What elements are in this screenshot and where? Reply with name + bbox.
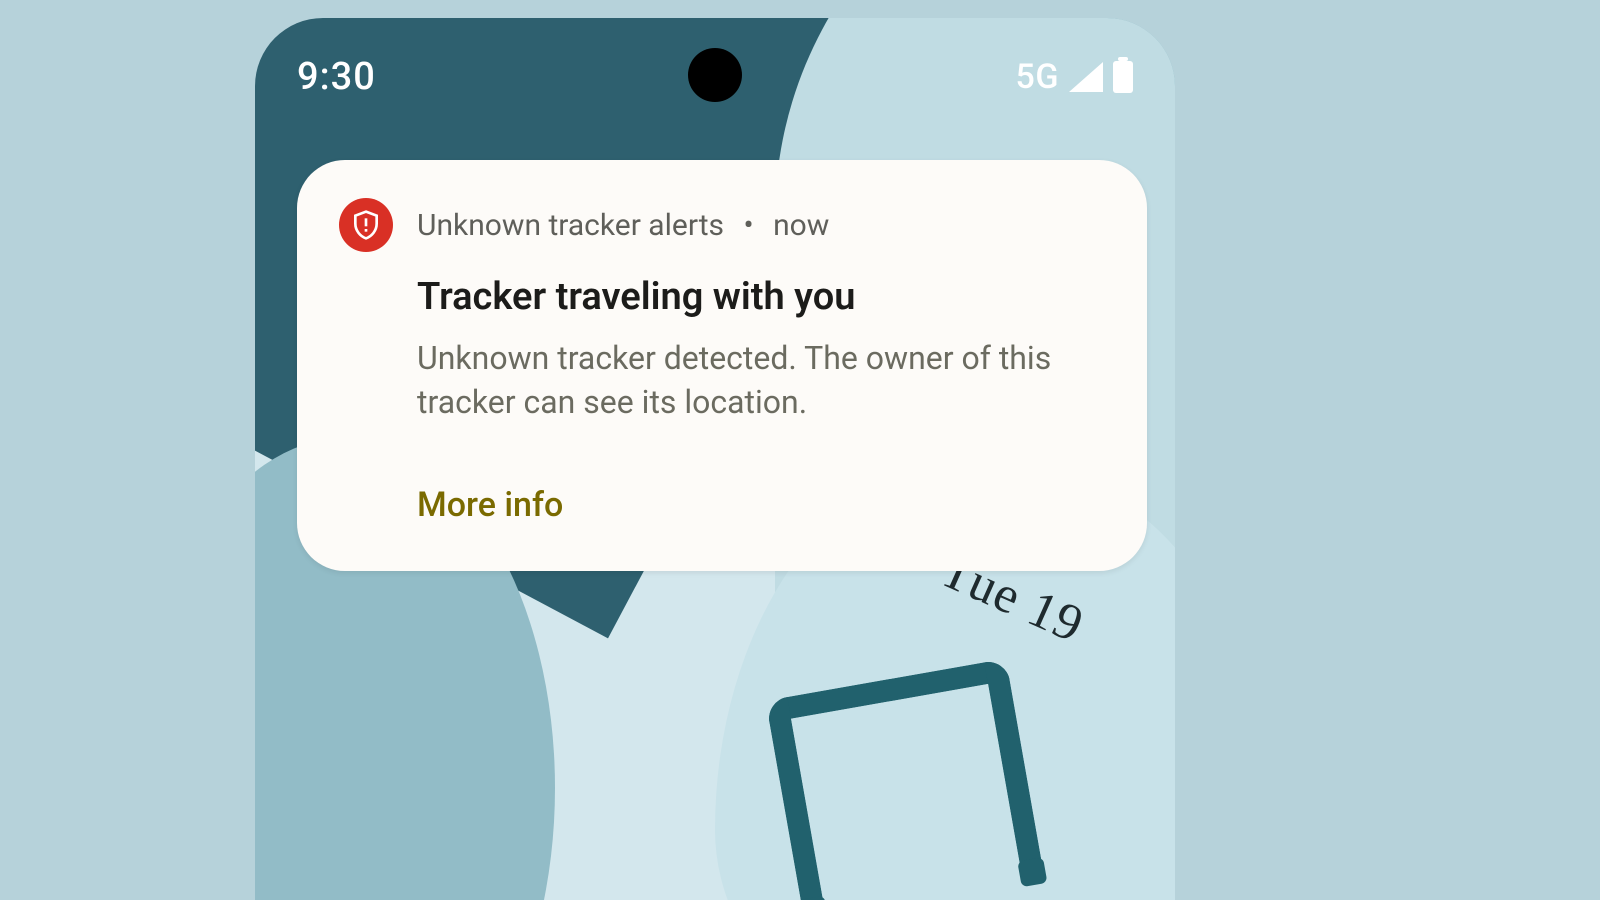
notification-source-row: Unknown tracker alerts • now [417, 208, 829, 243]
battery-icon [1113, 61, 1133, 93]
notification-timestamp: now [773, 208, 829, 243]
network-indicator: 5G [1016, 57, 1059, 97]
status-right-cluster: 5G [1016, 57, 1133, 97]
wallpaper-suitcase-handle [766, 659, 1045, 900]
status-bar: 9:30 5G [255, 50, 1175, 104]
notification-header: Unknown tracker alerts • now [339, 198, 1105, 252]
more-info-button[interactable]: More info [417, 485, 1105, 525]
notification-body: Tracker traveling with you Unknown track… [417, 274, 1105, 525]
notification-text: Unknown tracker detected. The owner of t… [417, 336, 1057, 426]
signal-icon [1069, 62, 1103, 92]
notification-card[interactable]: Unknown tracker alerts • now Tracker tra… [297, 160, 1147, 571]
notification-separator: • [743, 208, 753, 243]
notification-title: Tracker traveling with you [417, 274, 1105, 322]
notification-source: Unknown tracker alerts [417, 208, 724, 243]
phone-frame: Tue 19 9:30 5G Unknown tra [255, 18, 1175, 900]
status-time: 9:30 [297, 55, 376, 99]
page-background: Tue 19 9:30 5G Unknown tra [0, 0, 1600, 900]
shield-alert-icon [339, 198, 393, 252]
